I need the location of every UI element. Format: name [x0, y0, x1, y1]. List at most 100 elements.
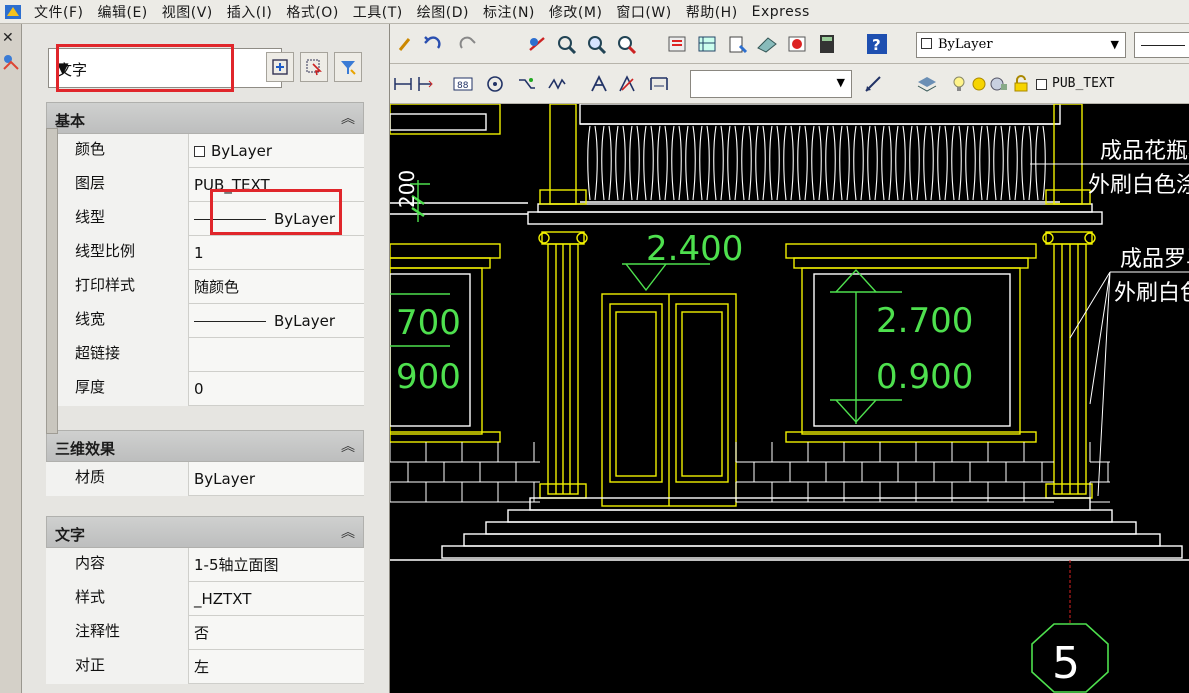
- menu-edit[interactable]: 编辑(E): [97, 2, 147, 22]
- property-value-contents[interactable]: 1-5轴立面图: [190, 548, 364, 582]
- tool-palettes-button[interactable]: [724, 32, 750, 56]
- property-value-justify[interactable]: 左: [190, 650, 364, 684]
- dim-text-left-2[interactable]: 900: [396, 357, 461, 397]
- property-row-justify[interactable]: 对正 左: [46, 650, 364, 684]
- layer-stack-icon: [917, 77, 937, 92]
- note-text-1a[interactable]: 成品花瓶栏: [1100, 139, 1189, 164]
- baluster-line: [797, 125, 808, 201]
- undo-button[interactable]: [420, 32, 446, 56]
- pan-button[interactable]: [524, 32, 550, 56]
- color-control-dropdown[interactable]: ByLayer ▼: [916, 32, 1126, 58]
- zoom-realtime-button[interactable]: [554, 32, 580, 56]
- dim-center-button[interactable]: [482, 72, 508, 96]
- redo-button[interactable]: [454, 32, 480, 56]
- chevron-up-icon[interactable]: ︽: [341, 436, 355, 456]
- property-row-material[interactable]: 材质 ByLayer: [46, 462, 364, 496]
- current-layer-name[interactable]: PUB_TEXT: [1052, 76, 1115, 91]
- zoom-previous-button[interactable]: [614, 32, 640, 56]
- dim-update-icon: [650, 77, 668, 90]
- property-row-annotative[interactable]: 注释性 否: [46, 616, 364, 650]
- menu-file[interactable]: 文件(F): [34, 2, 83, 22]
- design-center-button[interactable]: [694, 32, 720, 56]
- dim-text-top[interactable]: 2.400: [646, 229, 743, 269]
- menu-modify[interactable]: 修改(M): [549, 2, 603, 22]
- baluster-line: [601, 125, 612, 201]
- palette-options-icon[interactable]: [1, 52, 21, 72]
- property-value-thickness[interactable]: 0: [190, 372, 364, 406]
- design-center-icon: [698, 36, 716, 52]
- property-value-style[interactable]: _HZTXT: [190, 582, 364, 616]
- elevation-drawing[interactable]: 2.400 2.700 0.900 700 900 200 成品花瓶栏 外刷白色…: [390, 104, 1189, 693]
- dim-edit-button[interactable]: [614, 72, 640, 96]
- toggle-pickadd-button[interactable]: [266, 52, 294, 82]
- chevron-up-icon[interactable]: ︽: [341, 522, 355, 542]
- menu-dimension[interactable]: 标注(N): [483, 2, 535, 22]
- chevron-down-icon[interactable]: ▼: [837, 76, 845, 89]
- note-text-1b[interactable]: 外刷白色涂: [1088, 173, 1189, 198]
- select-objects-button[interactable]: [300, 52, 328, 82]
- axis-label-text[interactable]: 5: [1052, 638, 1080, 689]
- dimension-style-manager-button[interactable]: [860, 72, 886, 96]
- linetype-control-dropdown[interactable]: [1134, 32, 1189, 58]
- chevron-up-icon[interactable]: ︽: [341, 108, 355, 128]
- property-value-color[interactable]: ByLayer: [190, 134, 364, 168]
- sheet-set-button[interactable]: [754, 32, 780, 56]
- section-header-text[interactable]: 文字 ︽: [46, 516, 364, 548]
- baluster-line: [881, 125, 892, 201]
- property-value-linetype-scale[interactable]: 1: [190, 236, 364, 270]
- app-logo-icon[interactable]: [2, 1, 24, 23]
- property-row-contents[interactable]: 内容 1-5轴立面图: [46, 548, 364, 582]
- dim-text-left-1[interactable]: 700: [396, 303, 461, 343]
- section-header-basic[interactable]: 基本 ︽: [46, 102, 364, 134]
- quick-select-button[interactable]: [334, 52, 362, 82]
- menu-insert[interactable]: 插入(I): [227, 2, 273, 22]
- dimension-style-dropdown[interactable]: ▼: [690, 70, 852, 98]
- close-icon[interactable]: ✕: [2, 30, 14, 46]
- dim-ordinate-button[interactable]: [412, 72, 438, 96]
- property-row-linetype-scale[interactable]: 线型比例 1: [46, 236, 364, 270]
- property-value-lineweight[interactable]: ByLayer: [190, 304, 364, 338]
- dim-baseline-button[interactable]: 88: [450, 72, 476, 96]
- property-row-style[interactable]: 样式 _HZTXT: [46, 582, 364, 616]
- help-icon: ?: [867, 34, 887, 54]
- menu-window[interactable]: 窗口(W): [616, 2, 671, 22]
- calculator-button[interactable]: [814, 32, 840, 56]
- color-swatch-icon: [921, 38, 932, 49]
- menu-view[interactable]: 视图(V): [162, 2, 213, 22]
- properties-button[interactable]: [664, 32, 690, 56]
- note-text-2a[interactable]: 成品罗马: [1120, 247, 1189, 272]
- section-header-3d-effects[interactable]: 三维效果 ︽: [46, 430, 364, 462]
- menu-help[interactable]: 帮助(H): [686, 2, 738, 22]
- dim-text-right-2[interactable]: 0.900: [876, 357, 973, 397]
- property-value-material[interactable]: ByLayer: [190, 462, 364, 496]
- zoom-window-button[interactable]: [584, 32, 610, 56]
- dim-text-right-1[interactable]: 2.700: [876, 301, 973, 341]
- sheet-set-icon: [757, 37, 777, 53]
- layer-color-icon[interactable]: [1028, 72, 1054, 96]
- pencil-icon[interactable]: [392, 32, 418, 56]
- note-text-2b[interactable]: 外刷白色: [1114, 281, 1189, 306]
- property-value-hyperlink[interactable]: [190, 338, 364, 372]
- markup-button[interactable]: [784, 32, 810, 56]
- dim-text-vertical[interactable]: 200: [395, 170, 419, 208]
- menu-tools[interactable]: 工具(T): [353, 2, 403, 22]
- menu-express[interactable]: Express: [752, 4, 810, 20]
- property-row-plot-style[interactable]: 打印样式 随颜色: [46, 270, 364, 304]
- property-row-lineweight[interactable]: 线宽 ByLayer: [46, 304, 364, 338]
- chevron-down-icon[interactable]: ▼: [1111, 33, 1119, 57]
- dim-text-edit-button[interactable]: [586, 72, 612, 96]
- layer-manager-button[interactable]: [914, 72, 940, 96]
- property-value-annotative[interactable]: 否: [190, 616, 364, 650]
- property-row-color[interactable]: 颜色 ByLayer: [46, 134, 364, 168]
- property-row-thickness[interactable]: 厚度 0: [46, 372, 364, 406]
- property-value-plot-style[interactable]: 随颜色: [190, 270, 364, 304]
- property-row-hyperlink[interactable]: 超链接: [46, 338, 364, 372]
- help-button[interactable]: ?: [864, 32, 890, 56]
- menu-format[interactable]: 格式(O): [286, 2, 338, 22]
- dim-leader-button[interactable]: [514, 72, 540, 96]
- palette-scrollbar[interactable]: [46, 128, 58, 434]
- dim-jogged-button[interactable]: [544, 72, 570, 96]
- menu-draw[interactable]: 绘图(D): [417, 2, 469, 22]
- baluster-line: [657, 125, 668, 201]
- dim-update-button[interactable]: [646, 72, 672, 96]
